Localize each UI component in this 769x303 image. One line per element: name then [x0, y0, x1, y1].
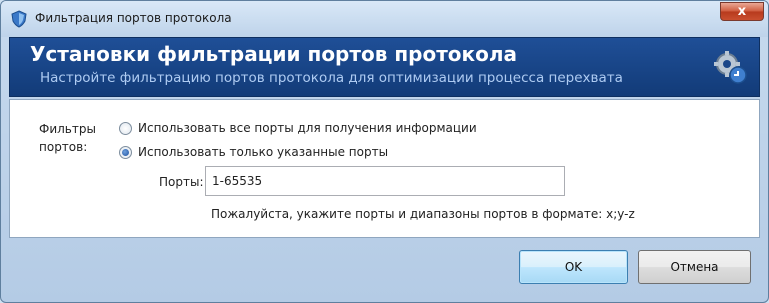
radio-button[interactable]	[119, 122, 132, 135]
cancel-button[interactable]: Отмена	[638, 250, 751, 284]
header-banner: Установки фильтрации портов протокола На…	[9, 37, 760, 97]
port-filters-label-line1: Фильтры	[39, 122, 96, 136]
page-subtitle: Настройте фильтрацию портов протокола дл…	[40, 70, 623, 86]
gears-icon	[714, 51, 747, 84]
ports-label: Порты:	[159, 175, 204, 189]
radio-button-checked[interactable]	[119, 146, 132, 159]
settings-panel: Фильтры портов: Использовать все порты д…	[9, 99, 760, 238]
dialog-window: Фильтрация портов протокола x Установки …	[0, 0, 769, 303]
port-filters-label: Фильтры портов:	[39, 120, 96, 156]
close-icon: x	[737, 4, 747, 19]
port-filters-label-line2: портов:	[39, 140, 88, 154]
window-title: Фильтрация портов протокола	[35, 11, 232, 25]
ports-input[interactable]	[205, 166, 565, 196]
page-title: Установки фильтрации портов протокола	[30, 42, 517, 66]
format-hint: Пожалуйста, укажите порты и диапазоны по…	[211, 207, 635, 221]
ok-button[interactable]: OK	[519, 250, 628, 284]
close-button[interactable]: x	[720, 2, 764, 21]
title-bar[interactable]: Фильтрация портов протокола x	[1, 1, 768, 37]
shield-icon	[11, 10, 27, 28]
radio-specified-ports-label[interactable]: Использовать только указанные порты	[138, 144, 388, 160]
radio-all-ports-label[interactable]: Использовать все порты для получения инф…	[138, 120, 477, 136]
